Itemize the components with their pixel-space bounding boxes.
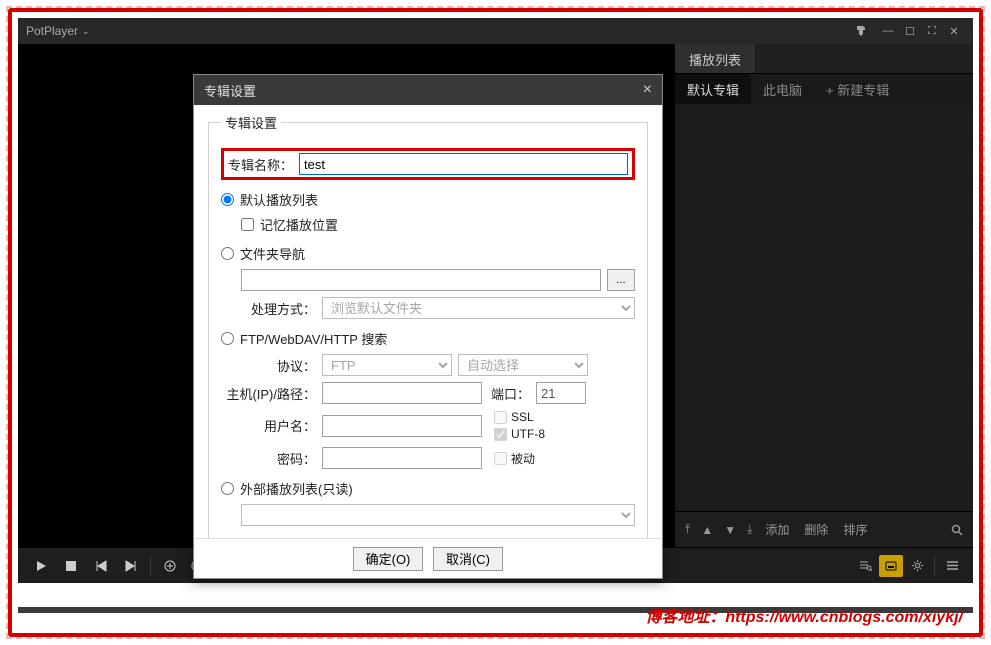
cb-utf8[interactable]: UTF-8: [494, 427, 545, 441]
cb-ssl-input[interactable]: [494, 411, 507, 424]
blog-label: 博客地址：: [645, 609, 725, 626]
blog-footer: 博客地址：https://www.cnblogs.com/xiykj/: [645, 603, 963, 627]
process-label: 处理方式：: [221, 299, 316, 318]
cb-passive[interactable]: 被动: [494, 450, 535, 467]
radio-folder-nav[interactable]: 文件夹导航: [221, 244, 635, 263]
playlist-content: [675, 104, 973, 511]
subtab-new-album[interactable]: + 新建专辑: [814, 74, 901, 105]
dialog-close-icon[interactable]: ×: [643, 81, 652, 99]
host-label: 主机(IP)/路径：: [221, 384, 316, 403]
play-button[interactable]: [26, 553, 56, 579]
move-bottom-icon[interactable]: ⤓: [743, 519, 756, 540]
cb-passive-label: 被动: [511, 450, 535, 467]
album-name-label: 专辑名称：: [228, 155, 293, 174]
move-up-icon[interactable]: ▲: [697, 520, 717, 540]
tab-playlist[interactable]: 播放列表: [675, 44, 756, 73]
playlist-panel: 播放列表 默认专辑 此电脑 + 新建专辑 ⤒ ▲ ▼ ⤓ 添加 删除 排序: [675, 44, 973, 547]
radio-default-playlist[interactable]: 默认播放列表: [221, 190, 635, 209]
potplayer-window: PotPlayer ⌄ — ☐ ⛶ ✕ 专辑设置 × 专辑设置: [18, 18, 973, 583]
pin-icon[interactable]: [855, 25, 877, 37]
user-label: 用户名：: [221, 416, 316, 435]
cb-ssl-label: SSL: [511, 410, 534, 424]
radio-external-input[interactable]: [221, 482, 234, 495]
fullscreen-button[interactable]: ⛶: [921, 25, 943, 38]
external-playlist-select[interactable]: [241, 504, 635, 526]
sort-button[interactable]: 排序: [837, 518, 873, 541]
radio-folder-label: 文件夹导航: [240, 244, 305, 263]
proto-label: 协议：: [221, 356, 316, 375]
move-down-icon[interactable]: ▼: [720, 520, 740, 540]
chevron-down-icon: ⌄: [82, 26, 90, 37]
radio-folder-input[interactable]: [221, 247, 234, 260]
browse-folder-button[interactable]: ...: [607, 269, 635, 291]
encoding-select[interactable]: 自动选择: [458, 354, 588, 376]
video-area: 专辑设置 × 专辑设置 专辑名称： 默认播放列表: [18, 44, 675, 547]
process-select[interactable]: 浏览默认文件夹: [322, 297, 635, 319]
cb-ssl[interactable]: SSL: [494, 410, 545, 424]
album-settings-dialog: 专辑设置 × 专辑设置 专辑名称： 默认播放列表: [193, 74, 663, 579]
subtitle-icon[interactable]: [879, 555, 903, 577]
add-button[interactable]: 添加: [759, 518, 795, 541]
search-icon[interactable]: [853, 555, 877, 577]
dialog-titlebar: 专辑设置 ×: [194, 75, 662, 105]
cancel-button[interactable]: 取消(C): [433, 547, 503, 571]
playlist-toggle-icon[interactable]: [940, 555, 964, 577]
cb-passive-input[interactable]: [494, 452, 507, 465]
radio-external[interactable]: 外部播放列表(只读): [221, 479, 635, 498]
port-label: 端口：: [488, 384, 530, 403]
ok-button[interactable]: 确定(O): [353, 547, 423, 571]
maximize-button[interactable]: ☐: [899, 25, 921, 38]
radio-default-label: 默认播放列表: [240, 190, 318, 209]
username-input[interactable]: [322, 415, 482, 437]
cb-utf8-input[interactable]: [494, 428, 507, 441]
cb-remember-position[interactable]: [241, 218, 254, 231]
delete-button[interactable]: 删除: [798, 518, 834, 541]
move-top-icon[interactable]: ⤒: [681, 519, 694, 540]
next-button[interactable]: [116, 553, 146, 579]
fieldset-legend: 专辑设置: [221, 113, 281, 132]
password-input[interactable]: [322, 447, 482, 469]
cb-remember-label: 记忆播放位置: [260, 215, 338, 234]
host-input[interactable]: [322, 382, 482, 404]
dialog-title: 专辑设置: [204, 81, 256, 100]
stop-button[interactable]: [56, 553, 86, 579]
radio-ftp-input[interactable]: [221, 332, 234, 345]
folder-path-input[interactable]: [241, 269, 601, 291]
port-input[interactable]: [536, 382, 586, 404]
open-file-button[interactable]: [155, 553, 185, 579]
subtab-default-album[interactable]: 默认专辑: [675, 74, 751, 105]
radio-default-input[interactable]: [221, 193, 234, 206]
titlebar: PotPlayer ⌄ — ☐ ⛶ ✕: [18, 18, 973, 44]
settings-icon[interactable]: [905, 555, 929, 577]
app-name-label: PotPlayer: [26, 24, 78, 38]
blog-link[interactable]: https://www.cnblogs.com/xiykj/: [725, 609, 963, 626]
app-name[interactable]: PotPlayer ⌄: [26, 24, 90, 38]
prev-button[interactable]: [86, 553, 116, 579]
search-playlist-icon[interactable]: [947, 521, 967, 539]
cb-utf8-label: UTF-8: [511, 427, 545, 441]
close-button[interactable]: ✕: [943, 25, 965, 38]
radio-external-label: 外部播放列表(只读): [240, 479, 353, 498]
minimize-button[interactable]: —: [877, 25, 899, 37]
radio-ftp-label: FTP/WebDAV/HTTP 搜索: [240, 329, 387, 348]
radio-ftp[interactable]: FTP/WebDAV/HTTP 搜索: [221, 329, 635, 348]
pass-label: 密码：: [221, 449, 316, 468]
album-name-input[interactable]: [299, 153, 628, 175]
protocol-select[interactable]: FTP: [322, 354, 452, 376]
album-settings-fieldset: 专辑设置 专辑名称： 默认播放列表 记忆播放位置: [208, 113, 648, 538]
subtab-this-pc[interactable]: 此电脑: [751, 74, 814, 105]
